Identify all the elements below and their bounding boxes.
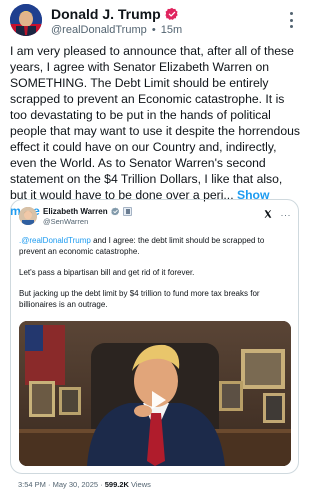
play-icon[interactable] (152, 391, 166, 409)
quoted-author-name[interactable]: Elizabeth Warren (43, 207, 108, 216)
quoted-author-avatar[interactable] (19, 207, 37, 225)
post-body: I am very pleased to announce that, afte… (10, 44, 300, 202)
author-handle[interactable]: @realDonaldTrump (51, 24, 147, 36)
verified-badge-icon (110, 207, 119, 216)
post-meta: @realDonaldTrump • 15m (51, 24, 182, 36)
meta-separator: • (151, 24, 156, 36)
more-vertical-icon[interactable] (288, 12, 294, 28)
post-time[interactable]: 15m (161, 24, 182, 36)
author-name[interactable]: Donald J. Trump (51, 6, 161, 22)
post-text: I am very pleased to announce that, afte… (10, 43, 302, 219)
quoted-header: Elizabeth Warren @SenWarren ··· (19, 207, 291, 231)
quoted-body: .@realDonaldTrump and I agree: the debt … (19, 236, 291, 321)
footer-date[interactable]: May 30, 2025 (53, 480, 98, 489)
x-logo-icon (264, 210, 272, 218)
views-count[interactable]: 599.2K (105, 480, 129, 489)
government-badge-icon (122, 207, 132, 216)
footer-sep-2: · (98, 480, 105, 489)
mention-link[interactable]: .@realDonaldTrump (19, 236, 91, 245)
quoted-paragraph-1: .@realDonaldTrump and I agree: the debt … (19, 236, 291, 257)
quoted-name-row: Elizabeth Warren (43, 207, 132, 216)
quoted-post[interactable]: Elizabeth Warren @SenWarren ··· .@realDo… (10, 199, 299, 474)
author-avatar[interactable] (10, 4, 42, 36)
post-header: Donald J. Trump @realDonaldTrump • 15m (10, 4, 300, 40)
verified-badge-icon (165, 7, 178, 20)
quoted-author-handle[interactable]: @SenWarren (43, 217, 88, 226)
quoted-paragraph-2: Let's pass a bipartisan bill and get rid… (19, 267, 195, 277)
quoted-paragraph-3: But jacking up the debt limit by $4 tril… (19, 288, 260, 309)
video-player[interactable] (19, 321, 291, 466)
views-label: Views (128, 480, 151, 489)
quoted-more-icon[interactable]: ··· (281, 210, 292, 220)
quoted-footer: 3:54 PM · May 30, 2025 · 599.2K Views (18, 480, 151, 489)
author-name-row: Donald J. Trump (51, 6, 179, 22)
footer-time[interactable]: 3:54 PM (18, 480, 46, 489)
footer-sep-1: · (45, 480, 53, 489)
